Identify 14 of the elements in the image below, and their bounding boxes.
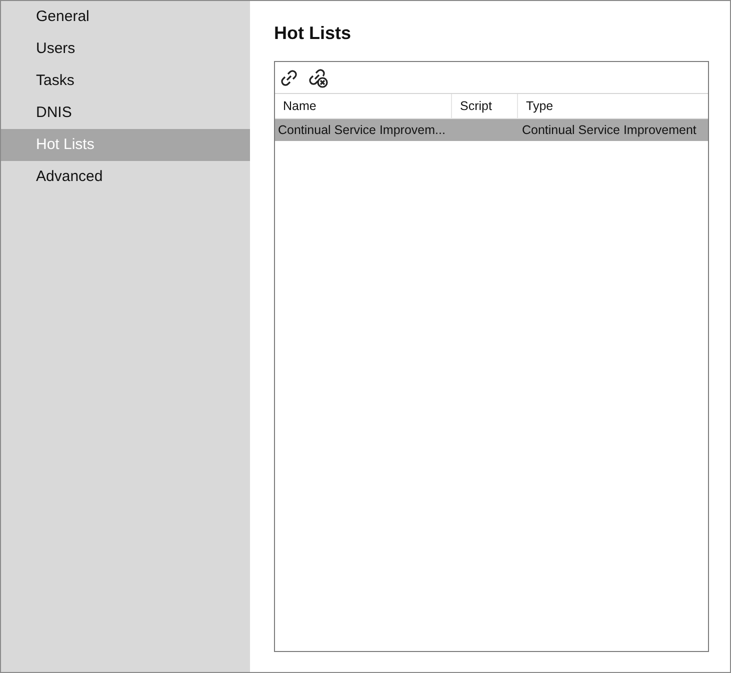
link-icon[interactable] [279, 68, 299, 88]
unlink-icon[interactable] [307, 66, 329, 88]
sidebar-item[interactable]: DNIS [1, 97, 250, 129]
sidebar-item[interactable]: General [1, 1, 250, 33]
table-row[interactable]: Continual Service Improvem... Continual Service Improvement [275, 119, 708, 141]
sidebar-item[interactable]: Users [1, 33, 250, 65]
column-header[interactable]: Name [275, 94, 452, 118]
column-header[interactable]: Type [518, 94, 708, 118]
sidebar-item[interactable]: Tasks [1, 65, 250, 97]
table-cell-text: Continual Service Improvement [521, 122, 698, 139]
sidebar-item[interactable]: Advanced [1, 161, 250, 193]
page-title: Hot Lists [274, 22, 352, 45]
column-header[interactable]: Script [452, 94, 518, 118]
table-cell-text: Continual Service Improvem... [277, 122, 446, 139]
